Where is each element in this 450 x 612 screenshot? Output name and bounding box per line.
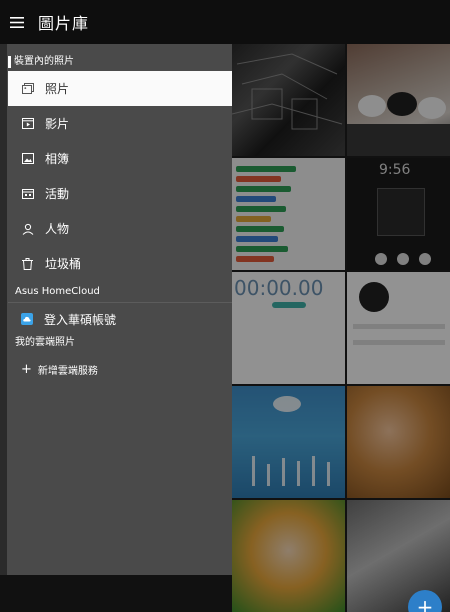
app-bar: 圖片庫 <box>0 0 450 44</box>
weather-thumbnail[interactable] <box>232 386 345 498</box>
divider <box>8 302 232 303</box>
photo-grid: 9:56 00:00.00 + <box>232 44 450 612</box>
person-icon <box>21 222 34 235</box>
nav-item-label: 相簿 <box>45 152 70 166</box>
nav-item-label: 新增雲端服務 <box>37 365 98 377</box>
nav-item-asus-login[interactable]: 登入華碩帳號 <box>8 304 232 334</box>
stopwatch-thumbnail[interactable]: 00:00.00 <box>232 272 345 384</box>
device-photos-header: 裝置內的照片 <box>14 56 74 67</box>
nav-item-photos[interactable]: 照片 <box>8 71 232 106</box>
photo-thumbnail[interactable] <box>347 44 450 156</box>
nav-item-trash[interactable]: 垃圾桶 <box>8 246 232 281</box>
clock-thumbnail[interactable] <box>347 272 450 384</box>
nav-item-label: 登入華碩帳號 <box>44 312 117 327</box>
plus-icon: + <box>21 361 32 377</box>
photo-thumbnail[interactable] <box>232 500 345 612</box>
nav-item-people[interactable]: 人物 <box>8 211 232 246</box>
homecloud-header: Asus HomeCloud <box>15 286 100 297</box>
app-title: 圖片庫 <box>38 14 90 33</box>
events-icon <box>21 187 34 200</box>
photo-thumbnail[interactable]: + <box>347 500 450 612</box>
screenshot-thumbnail[interactable] <box>232 158 345 270</box>
nav-item-label: 照片 <box>45 82 70 96</box>
photo-thumbnail[interactable] <box>347 386 450 498</box>
trash-icon <box>21 257 34 270</box>
nav-item-label: 活動 <box>45 187 70 201</box>
nav-item-label: 人物 <box>45 222 70 236</box>
asus-cloud-icon <box>21 313 33 325</box>
nav-item-albums[interactable]: 相簿 <box>8 141 232 176</box>
navigation-drawer: 裝置內的照片 照片 影片 相簿 活動 人物 垃圾桶 Asus HomeCloud… <box>0 44 232 575</box>
photos-icon <box>21 82 34 95</box>
nav-item-label: 垃圾桶 <box>45 257 82 271</box>
video-icon <box>21 117 34 130</box>
photo-thumbnail[interactable] <box>232 44 345 156</box>
add-cloud-service[interactable]: + 新增雲端服務 <box>8 354 232 384</box>
nav-item-videos[interactable]: 影片 <box>8 106 232 141</box>
cloud-photos-header: 我的雲端照片 <box>15 337 75 348</box>
section-marker <box>8 56 11 68</box>
lockscreen-thumbnail[interactable]: 9:56 <box>347 158 450 270</box>
nav-item-label: 影片 <box>45 117 70 131</box>
album-icon <box>21 152 34 165</box>
nav-item-events[interactable]: 活動 <box>8 176 232 211</box>
hamburger-menu-icon[interactable] <box>0 0 34 44</box>
